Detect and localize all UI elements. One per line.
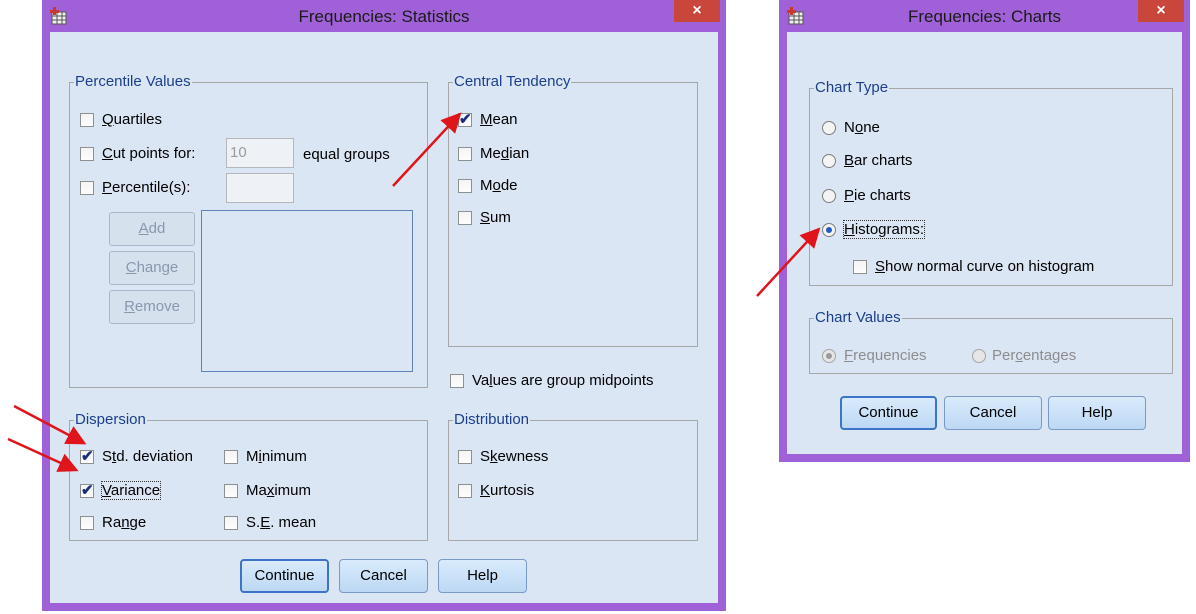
group-label: Percentile Values — [75, 73, 191, 90]
kurtosis-checkbox[interactable]: Kurtosis — [458, 482, 534, 499]
group-label: Central Tendency — [454, 73, 571, 90]
group-label: Distribution — [454, 411, 530, 428]
radio-dot[interactable] — [822, 348, 836, 363]
se-mean-checkbox[interactable]: S.E. mean — [224, 514, 316, 531]
continue-button[interactable]: Continue — [840, 396, 937, 430]
dialog-title: Frequencies: Charts — [907, 7, 1062, 26]
sum-checkbox[interactable]: Sum — [458, 209, 511, 226]
chart-values-group: Chart Values — [809, 310, 1173, 374]
percentile-input[interactable] — [226, 173, 294, 203]
checkbox-box[interactable] — [458, 146, 472, 161]
distribution-group: Distribution — [448, 412, 698, 541]
checkbox-box[interactable] — [80, 447, 94, 465]
group-label: Dispersion — [75, 411, 146, 428]
frequencies-radio[interactable]: Frequencies — [822, 347, 927, 364]
radio-dot[interactable] — [972, 348, 986, 363]
cut-points-checkbox[interactable]: Cut points for: — [80, 145, 195, 162]
radio-dot[interactable] — [822, 120, 836, 135]
std-deviation-checkbox[interactable]: Std. deviation — [80, 447, 193, 465]
quartiles-checkbox[interactable]: Quartiles — [80, 111, 162, 128]
range-checkbox[interactable]: Range — [80, 514, 146, 531]
statistics-title-bar[interactable]: Frequencies: Statistics × — [42, 0, 726, 32]
checkbox-box[interactable] — [853, 259, 867, 274]
checkbox-box[interactable] — [458, 210, 472, 225]
percentages-radio[interactable]: Percentages — [972, 347, 1076, 364]
none-radio[interactable]: None — [822, 119, 880, 136]
percentiles-checkbox[interactable]: Percentile(s): — [80, 179, 190, 196]
checkbox-box[interactable] — [80, 112, 94, 127]
median-checkbox[interactable]: Median — [458, 145, 529, 162]
equal-groups-label: equal groups — [303, 146, 390, 163]
help-button[interactable]: Help — [1048, 396, 1146, 430]
histograms-radio[interactable]: Histograms: — [822, 220, 926, 239]
statistics-dialog: Frequencies: Statistics × Percentile Val… — [42, 0, 726, 611]
help-button[interactable]: Help — [438, 559, 527, 593]
radio-dot[interactable] — [822, 222, 836, 237]
add-button[interactable]: Add — [109, 212, 195, 246]
checkbox-box[interactable] — [224, 483, 238, 498]
percentile-list[interactable] — [201, 210, 413, 372]
checkbox-box[interactable] — [80, 180, 94, 195]
close-button[interactable]: × — [1138, 0, 1184, 22]
checkbox-box[interactable] — [80, 515, 94, 530]
radio-dot[interactable] — [822, 188, 836, 203]
checkbox-box[interactable] — [458, 110, 472, 128]
variance-checkbox[interactable]: Variance — [80, 481, 162, 500]
checkbox-box[interactable] — [458, 178, 472, 193]
checkbox-box[interactable] — [224, 449, 238, 464]
close-button[interactable]: × — [674, 0, 720, 22]
mode-checkbox[interactable]: Mode — [458, 177, 518, 194]
cancel-button[interactable]: Cancel — [944, 396, 1042, 430]
checkbox-box[interactable] — [80, 146, 94, 161]
minimum-checkbox[interactable]: Minimum — [224, 448, 307, 465]
change-button[interactable]: Change — [109, 251, 195, 285]
checkbox-box[interactable] — [458, 449, 472, 464]
mean-checkbox[interactable]: Mean — [458, 110, 518, 128]
cut-points-input[interactable]: 10 — [226, 138, 294, 168]
charts-client-area: Chart Type None Bar charts Pie charts Hi… — [787, 32, 1182, 454]
group-midpoints-checkbox[interactable]: Values are group midpoints — [450, 372, 654, 389]
dialog-title: Frequencies: Statistics — [298, 7, 470, 26]
bar-charts-radio[interactable]: Bar charts — [822, 152, 912, 169]
checkbox-box[interactable] — [224, 515, 238, 530]
statistics-client-area: Percentile Values Quartiles Cut points f… — [50, 32, 718, 603]
maximum-checkbox[interactable]: Maximum — [224, 482, 311, 499]
charts-dialog: Frequencies: Charts × Chart Type None Ba… — [779, 0, 1190, 462]
checkbox-box[interactable] — [458, 483, 472, 498]
remove-button[interactable]: Remove — [109, 290, 195, 324]
skewness-checkbox[interactable]: Skewness — [458, 448, 548, 465]
radio-dot[interactable] — [822, 153, 836, 168]
cancel-button[interactable]: Cancel — [339, 559, 428, 593]
group-label: Chart Type — [815, 79, 889, 96]
checkbox-box[interactable] — [450, 373, 464, 388]
pie-charts-radio[interactable]: Pie charts — [822, 187, 911, 204]
continue-button[interactable]: Continue — [240, 559, 329, 593]
normal-curve-checkbox[interactable]: Show normal curve on histogram — [853, 258, 1094, 275]
group-label: Chart Values — [815, 309, 901, 326]
charts-title-bar[interactable]: Frequencies: Charts × — [779, 0, 1190, 32]
checkbox-box[interactable] — [80, 481, 94, 499]
chart-type-group: Chart Type — [809, 80, 1173, 286]
